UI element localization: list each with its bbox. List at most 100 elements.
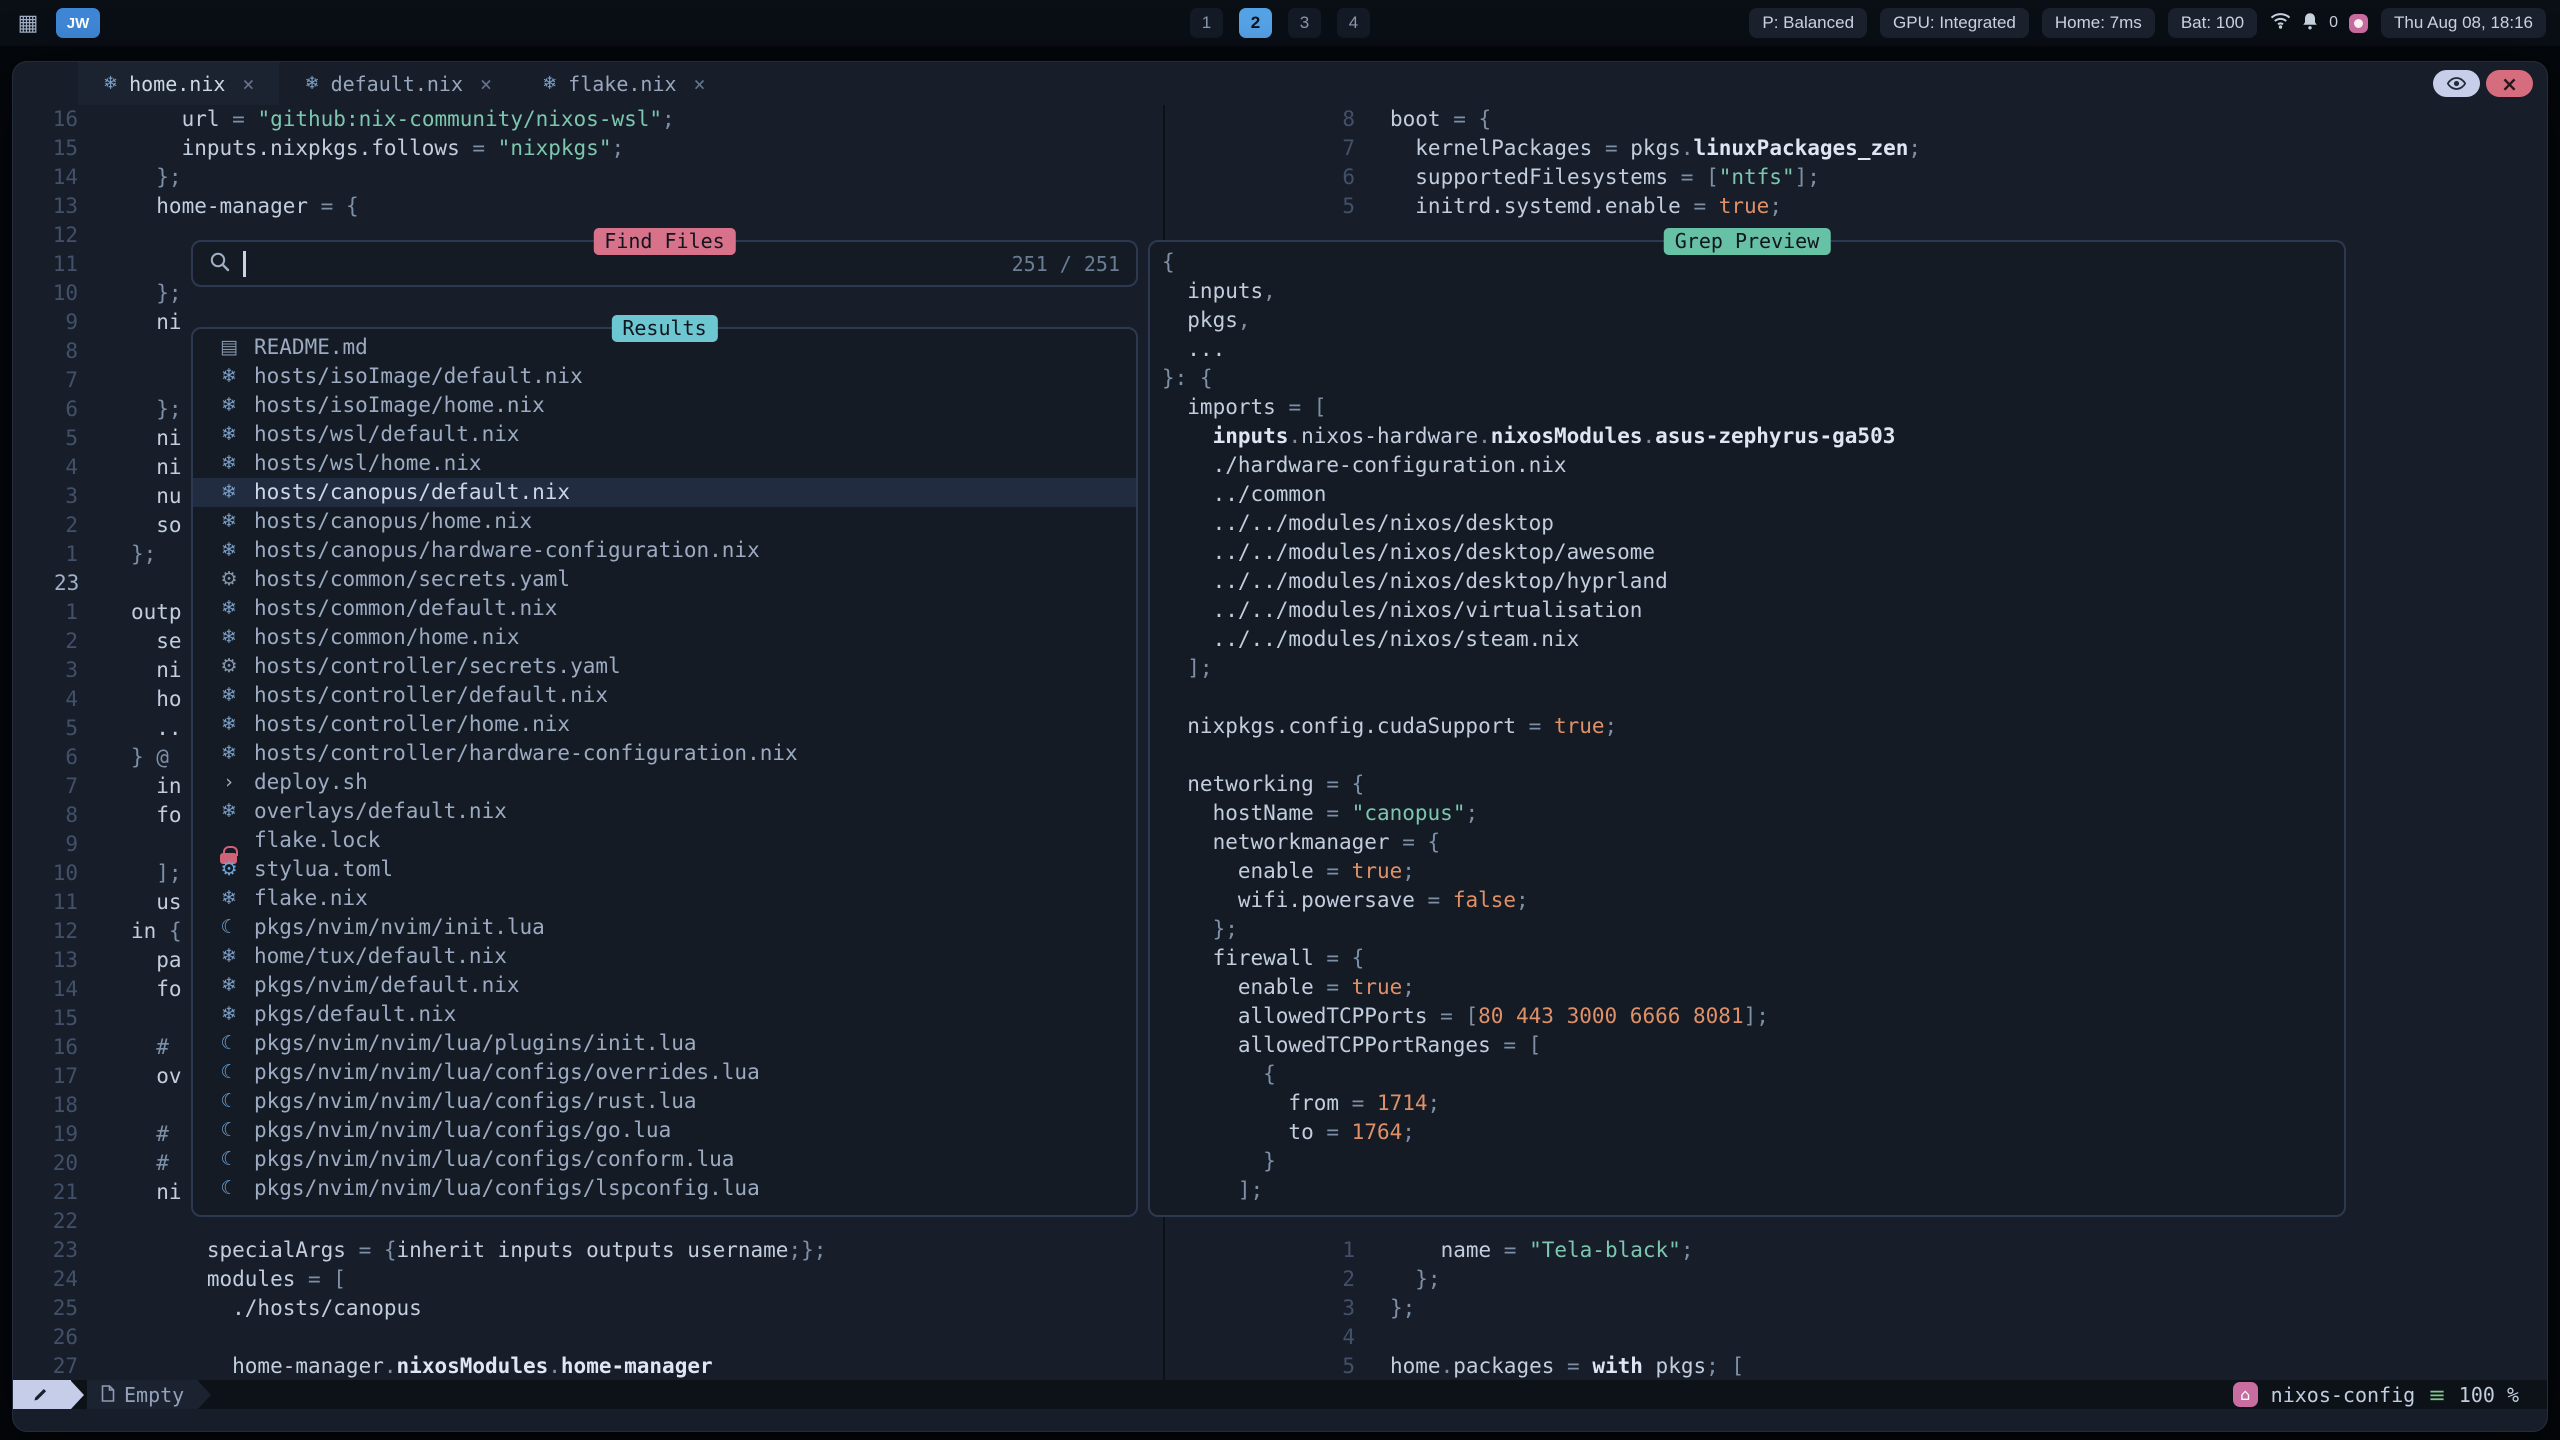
yaml-icon: ⚙ <box>217 652 241 681</box>
apps-grid-icon: ▦ <box>18 11 39 36</box>
result-label: hosts/common/home.nix <box>254 623 520 652</box>
line-number: 9 <box>13 830 109 859</box>
result-item[interactable]: ❄overlays/default.nix <box>193 797 1136 826</box>
tab-close-icon[interactable]: × <box>480 72 492 96</box>
line-number: 15 <box>13 1004 109 1033</box>
result-item[interactable]: ☾pkgs/nvim/nvim/lua/configs/go.lua <box>193 1116 1136 1145</box>
result-item[interactable]: ❄ hosts/controller/default.nix <box>193 681 1136 710</box>
line-number: 10 <box>13 279 109 308</box>
line-number: 19 <box>13 1120 109 1149</box>
line-number: 23 <box>13 1236 109 1265</box>
workspace-switcher: 1234 <box>1190 8 1370 38</box>
line-number: 2 <box>13 627 109 656</box>
result-item[interactable]: ☾pkgs/nvim/nvim/lua/configs/lspconfig.lu… <box>193 1174 1136 1203</box>
result-label: stylua.toml <box>254 855 393 884</box>
nix-icon: ❄ <box>217 420 241 449</box>
line-number: 8 <box>13 337 109 366</box>
search-icon <box>209 251 230 277</box>
nix-icon: ❄ <box>304 73 319 94</box>
line-number: 7 <box>1165 134 1355 163</box>
preview-line: } <box>1150 1147 2344 1176</box>
result-item[interactable]: ❄hosts/isoImage/default.nix <box>193 362 1136 391</box>
line-number: 5 <box>13 424 109 453</box>
tab-home.nix[interactable]: ❄home.nix× <box>78 62 279 105</box>
app-launcher-button[interactable]: ▦ <box>14 9 42 37</box>
workspace-3[interactable]: 3 <box>1288 8 1321 38</box>
result-label: home/tux/default.nix <box>254 942 507 971</box>
result-item[interactable]: ❄hosts/wsl/default.nix <box>193 420 1136 449</box>
result-item[interactable]: ⚙hosts/controller/secrets.yaml <box>193 652 1136 681</box>
result-item[interactable]: ❄flake.nix <box>193 884 1136 913</box>
result-label: pkgs/nvim/nvim/lua/plugins/init.lua <box>254 1029 697 1058</box>
nix-icon: ❄ <box>217 362 241 391</box>
preview-line: ]; <box>1150 654 2344 683</box>
workspace-2[interactable]: 2 <box>1239 8 1272 38</box>
tab-label: default.nix <box>331 72 463 96</box>
logo-badge[interactable]: JW <box>56 8 100 38</box>
result-label: hosts/common/secrets.yaml <box>254 565 570 594</box>
eye-toggle-button[interactable] <box>2433 70 2480 97</box>
code-line: 16 url = "github:nix-community/nixos-wsl… <box>13 105 1163 134</box>
code-line: 4 <box>1165 1323 2547 1352</box>
buffer-label: Empty <box>124 1383 184 1407</box>
result-item[interactable]: ❄hosts/canopus/default.nix <box>193 478 1136 507</box>
nix-icon: ❄ <box>217 797 241 826</box>
tab-close-icon[interactable]: × <box>242 72 254 96</box>
result-item[interactable]: ❄hosts/wsl/home.nix <box>193 449 1136 478</box>
tab-close-icon[interactable]: × <box>694 72 706 96</box>
result-item[interactable]: ❄hosts/canopus/home.nix <box>193 507 1136 536</box>
lua-icon: ☾ <box>217 1087 241 1116</box>
line-number: 26 <box>13 1323 109 1352</box>
result-item[interactable]: ☾ pkgs/nvim/nvim/lua/plugins/init.lua <box>193 1029 1136 1058</box>
nix-icon: ❄ <box>217 681 241 710</box>
status-chip: Bat: 100 <box>2168 8 2257 38</box>
result-item[interactable]: ❄hosts/controller/hardware-configuration… <box>193 739 1136 768</box>
status-chip: Home: 7ms <box>2042 8 2155 38</box>
preview-line: firewall = { <box>1150 944 2344 973</box>
result-item[interactable]: ❄hosts/canopus/hardware-configuration.ni… <box>193 536 1136 565</box>
line-number: 1 <box>13 598 109 627</box>
preview-content: { inputs, pkgs, ...}: { imports = [ inpu… <box>1150 242 2344 1205</box>
telescope-preview: Grep Preview { inputs, pkgs, ...}: { imp… <box>1148 240 2346 1217</box>
result-label: hosts/controller/default.nix <box>254 681 608 710</box>
tab-flake.nix[interactable]: ❄flake.nix× <box>517 62 731 105</box>
result-item[interactable]: ❄hosts/common/default.nix <box>193 594 1136 623</box>
preview-line: allowedTCPPorts = [80 443 3000 6666 8081… <box>1150 1002 2344 1031</box>
tab-default.nix[interactable]: ❄ default.nix × <box>279 62 517 105</box>
workspace-1[interactable]: 1 <box>1190 8 1223 38</box>
tab-label: flake.nix <box>568 72 676 96</box>
code-line: 6 supportedFilesystems = ["ntfs"]; <box>1165 163 2547 192</box>
result-item[interactable]: ›deploy.sh <box>193 768 1136 797</box>
yaml-icon: ⚙ <box>217 565 241 594</box>
result-item[interactable]: ❄pkgs/default.nix <box>193 1000 1136 1029</box>
result-item[interactable]: ❄hosts/controller/home.nix <box>193 710 1136 739</box>
window-close-button[interactable]: × <box>2486 70 2533 97</box>
result-item[interactable]: ❄home/tux/default.nix <box>193 942 1136 971</box>
markdown-icon: ▤ <box>217 333 241 362</box>
screencast-icon[interactable] <box>2349 14 2368 33</box>
result-item[interactable]: ⚙ hosts/common/secrets.yaml <box>193 565 1136 594</box>
workspace-4[interactable]: 4 <box>1337 8 1370 38</box>
line-number: 13 <box>13 946 109 975</box>
notifications-icon[interactable] <box>2302 12 2318 35</box>
toml-icon: ⚙ <box>217 855 241 884</box>
line-number: 7 <box>13 772 109 801</box>
line-number: 17 <box>13 1062 109 1091</box>
result-item[interactable]: flake.lock <box>193 826 1136 855</box>
result-item[interactable]: ❄hosts/isoImage/home.nix <box>193 391 1136 420</box>
result-item[interactable]: ☾pkgs/nvim/nvim/lua/configs/overrides.lu… <box>193 1058 1136 1087</box>
wifi-icon[interactable] <box>2270 12 2291 34</box>
powerline-separator <box>198 1381 211 1409</box>
result-item[interactable]: ☾pkgs/nvim/nvim/init.lua <box>193 913 1136 942</box>
result-item[interactable]: ❄hosts/common/home.nix <box>193 623 1136 652</box>
result-item[interactable]: ☾pkgs/nvim/nvim/lua/configs/conform.lua <box>193 1145 1136 1174</box>
result-item[interactable]: ❄pkgs/nvim/default.nix <box>193 971 1136 1000</box>
result-item[interactable]: ☾pkgs/nvim/nvim/lua/configs/rust.lua <box>193 1087 1136 1116</box>
lua-icon: ☾ <box>217 1029 241 1058</box>
line-number: 5 <box>1165 192 1355 221</box>
line-number: 6 <box>13 395 109 424</box>
result-item[interactable]: ⚙ stylua.toml <box>193 855 1136 884</box>
line-number: 4 <box>13 685 109 714</box>
clock: Thu Aug 08, 18:16 <box>2381 8 2546 38</box>
line-number: 12 <box>13 221 109 250</box>
